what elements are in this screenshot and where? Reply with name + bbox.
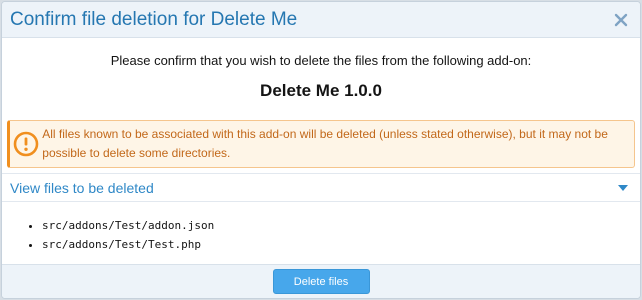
file-list: src/addons/Test/addon.json src/addons/Te… xyxy=(2,202,640,270)
warning-text: All files known to be associated with th… xyxy=(42,127,608,160)
dialog-header: Confirm file deletion for Delete Me xyxy=(2,2,640,38)
chevron-down-icon xyxy=(618,184,628,191)
warning-icon xyxy=(10,131,42,157)
dialog-body: Please confirm that you wish to delete t… xyxy=(2,53,640,270)
delete-files-button[interactable]: Delete files xyxy=(272,269,370,294)
dialog-title: Confirm file deletion for Delete Me xyxy=(10,8,298,30)
view-files-label: View files to be deleted xyxy=(10,179,154,196)
list-item: src/addons/Test/Test.php xyxy=(42,235,640,254)
warning-notice: All files known to be associated with th… xyxy=(7,120,635,168)
dialog-footer: Delete files xyxy=(2,264,640,298)
intro-text: Please confirm that you wish to delete t… xyxy=(110,53,532,68)
view-files-toggle[interactable]: View files to be deleted xyxy=(2,173,640,202)
addon-name: Delete Me 1.0.0 xyxy=(260,81,382,100)
close-icon[interactable] xyxy=(610,9,632,31)
list-item: src/addons/Test/addon.json xyxy=(42,216,640,235)
confirm-delete-dialog: Confirm file deletion for Delete Me Plea… xyxy=(1,1,641,299)
